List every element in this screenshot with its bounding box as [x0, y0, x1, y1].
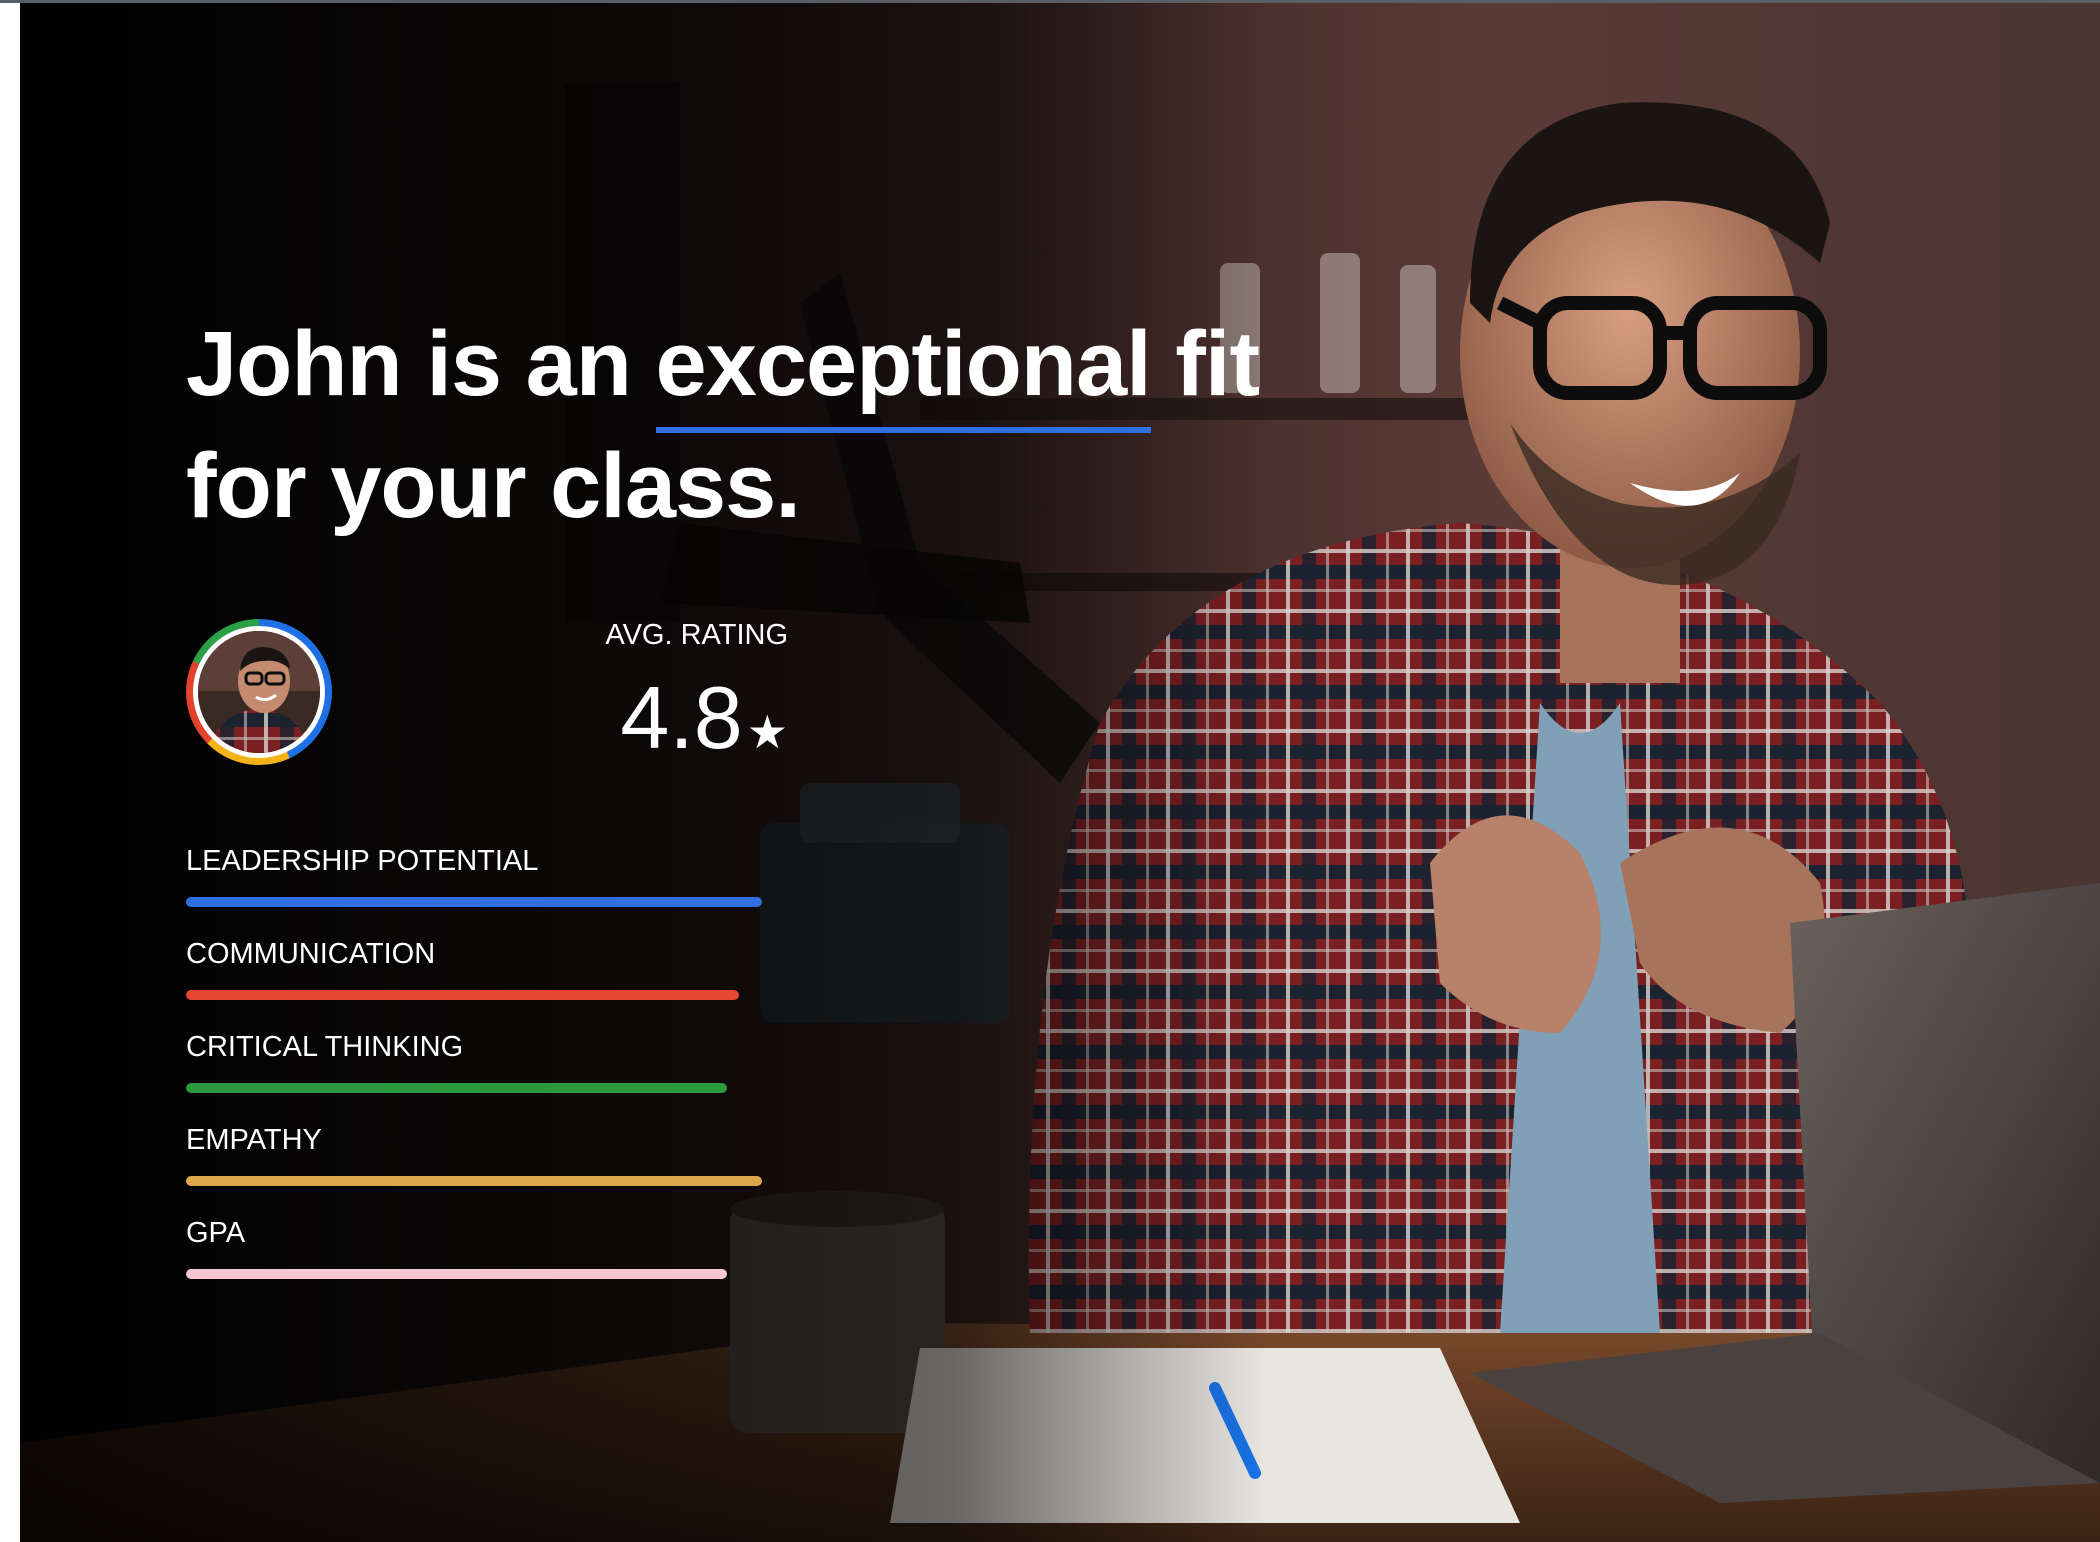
page-title: John is an exceptional fit for your clas…: [186, 303, 1260, 547]
avg-rating-label: AVG. RATING: [605, 619, 788, 651]
metric-bar-track: [186, 990, 762, 1000]
avg-rating-value: 4.8★: [560, 667, 788, 769]
headline-line-2: for your class.: [186, 435, 801, 537]
headline-line-1: John is an exceptional fit: [186, 303, 1260, 433]
metric-row: LEADERSHIP POTENTIAL: [186, 843, 806, 936]
metric-row: EMPATHY: [186, 1122, 806, 1215]
metric-bar-fill: [186, 1083, 728, 1093]
metric-bar-track: [186, 1176, 762, 1186]
metric-bar-fill: [186, 897, 762, 907]
metric-bar-fill: [186, 990, 739, 1000]
avg-rating-number: 4.8: [620, 668, 743, 767]
metric-row: GPA: [186, 1215, 806, 1308]
metric-bar-fill: [186, 1176, 762, 1186]
star-icon: ★: [746, 706, 788, 758]
metric-bar-fill: [186, 1269, 728, 1279]
metric-label: EMPATHY: [186, 1124, 322, 1156]
metric-bar-track: [186, 1269, 762, 1279]
metric-bar-track: [186, 897, 762, 907]
metric-label: GPA: [186, 1217, 246, 1249]
metric-label: LEADERSHIP POTENTIAL: [186, 845, 539, 877]
metric-bar-track: [186, 1083, 762, 1093]
metric-row: CRITICAL THINKING: [186, 1029, 806, 1122]
headline-text-before: John is an: [186, 313, 656, 415]
avatar: [186, 619, 332, 765]
background-photo: [20, 3, 2100, 1542]
avatar-ring-inner: [193, 626, 325, 758]
profile-photo-icon: [198, 631, 320, 753]
page-frame: John is an exceptional fit for your clas…: [0, 0, 2100, 1542]
metric-row: COMMUNICATION: [186, 936, 806, 1029]
headline-text-after: fit: [1150, 313, 1260, 415]
metrics-list: LEADERSHIP POTENTIAL COMMUNICATION CRITICA…: [186, 843, 806, 1308]
hero-section: John is an exceptional fit for your clas…: [20, 3, 2100, 1542]
metric-label: COMMUNICATION: [186, 938, 436, 970]
headline-highlight: exceptional: [655, 303, 1152, 433]
metric-label: CRITICAL THINKING: [186, 1031, 464, 1063]
